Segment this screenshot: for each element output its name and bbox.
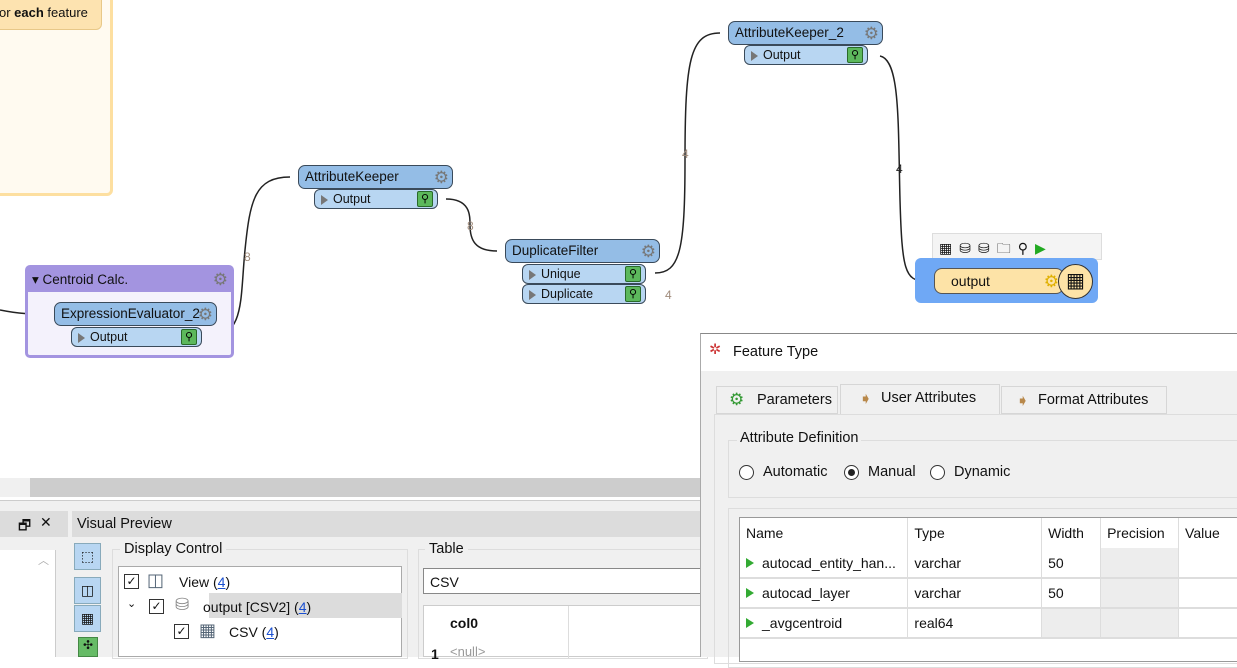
table-row[interactable]: autocad_layer varchar 50 (740, 578, 1237, 609)
transformer-attributekeeper[interactable]: AttributeKeeper ⚙ (298, 165, 453, 189)
arrow-icon: ➧ (1016, 393, 1030, 410)
radio-automatic-label[interactable]: Automatic (763, 464, 827, 480)
feature-count[interactable]: 4 (665, 288, 672, 302)
visual-preview-header: Visual Preview (72, 511, 700, 537)
arrow-icon: ➧ (859, 391, 873, 408)
feature-count[interactable]: 8 (467, 219, 474, 233)
close-icon[interactable]: ✕ (40, 514, 52, 531)
radio-manual[interactable] (844, 465, 859, 480)
display-control-tree: ✓ ◫ View (4) ⌄ ✓ ⛁ output [CSV2] (4) ✓ ▦… (118, 566, 402, 657)
writer-output[interactable]: output ⚙ (934, 268, 1064, 294)
add-feature-type-icon[interactable]: ⛁ (959, 240, 978, 256)
restore-icon[interactable]: 🗗 (18, 515, 31, 539)
scroll-up-icon[interactable]: ︿ (38, 552, 49, 568)
output-port[interactable]: Output ⚲ (314, 189, 438, 209)
tree-item-csv[interactable]: CSV (4) (229, 624, 279, 640)
table-icon: ▦ (199, 620, 217, 640)
unique-port[interactable]: Unique ⚲ (522, 264, 646, 284)
annotation-note-header: or each feature (0, 0, 102, 30)
column-name[interactable]: Name (740, 518, 909, 548)
attribute-definition-legend: Attribute Definition (737, 430, 862, 446)
radio-automatic[interactable] (739, 465, 754, 480)
column-type[interactable]: Type (907, 518, 1043, 548)
radio-dynamic[interactable] (930, 465, 945, 480)
table-row[interactable]: _avgcentroid real64 (740, 608, 1237, 639)
gear-icon[interactable]: ⚙ (434, 169, 449, 186)
tab-parameters[interactable]: ⚙ Parameters (716, 386, 838, 414)
left-panel: ︿ (0, 550, 56, 657)
gear-icon: ⚙ (729, 390, 745, 409)
output-checkbox[interactable]: ✓ (149, 599, 164, 614)
gear-icon[interactable]: ⚙ (198, 306, 213, 323)
gear-icon[interactable]: ⚙ (641, 243, 656, 260)
table-select[interactable]: CSV (423, 568, 713, 594)
output-port[interactable]: Output ⚲ (71, 327, 202, 347)
dialog-title-bar: ✲ Feature Type (701, 334, 1237, 371)
open-table-icon[interactable]: ▦ (939, 240, 959, 256)
csv-checkbox[interactable]: ✓ (174, 624, 189, 639)
column-header[interactable]: col0 (450, 615, 478, 631)
remove-feature-type-icon[interactable]: ⛁ (978, 240, 997, 256)
select-tool-icon[interactable]: ⬚ (74, 543, 101, 570)
tree-item-output[interactable]: output [CSV2] (4) (203, 599, 311, 615)
transformer-expressionevaluator-2[interactable]: ExpressionEvaluator_2 ⚙ (54, 302, 217, 326)
view-checkbox[interactable]: ✓ (124, 574, 139, 589)
inspect-data-icon[interactable]: ⚲ (1018, 240, 1035, 256)
duplicate-port[interactable]: Duplicate ⚲ (522, 284, 646, 304)
display-control-title: Display Control (120, 541, 227, 557)
graphics-view-icon[interactable]: ✣ (78, 637, 98, 657)
bookmark-header[interactable]: ▾ Centroid Calc. ⚙ (28, 268, 231, 292)
collapse-chevron-icon[interactable]: ⌄ (127, 597, 136, 610)
transformer-duplicatefilter[interactable]: DuplicateFilter ⚙ (505, 239, 660, 263)
writer-toolbar: ▦⛁⛁🗀⚲▶ (932, 233, 1102, 260)
radio-dynamic-label[interactable]: Dynamic (954, 464, 1010, 480)
column-value[interactable]: Value (1178, 518, 1237, 548)
attributes-table: Name Type Width Precision Value autocad_enti… (739, 517, 1237, 662)
table-title: Table (425, 541, 468, 557)
table-writer-icon: ▦ (1058, 264, 1093, 299)
inspect-icon[interactable]: ⚲ (417, 191, 433, 207)
database-icon: ⛁ (175, 595, 190, 614)
table-row[interactable]: autocad_entity_han... varchar 50 (740, 548, 1237, 579)
feature-count[interactable]: 4 (896, 162, 903, 176)
row-number: 1 (431, 646, 439, 662)
radio-manual-label[interactable]: Manual (868, 464, 916, 480)
gear-icon[interactable]: ⚙ (1044, 273, 1059, 290)
feature-type-dialog: ✲ Feature Type ⚙ Parameters ➧ User Attribut… (700, 333, 1237, 668)
feature-count[interactable]: 8 (244, 250, 251, 264)
tree-item-view[interactable]: View (4) (179, 574, 230, 590)
preview-table: col0 1 <null> (423, 605, 713, 662)
tab-format-attributes[interactable]: ➧ Format Attributes (1001, 386, 1167, 414)
output-port[interactable]: Output ⚲ (744, 45, 868, 65)
view-icon: ◫ (147, 570, 165, 590)
left-panel-header: 🗗 ✕ (0, 511, 68, 537)
open-folder-icon[interactable]: 🗀 (997, 240, 1018, 256)
view-layout-icon[interactable]: ◫ (74, 577, 101, 604)
horizontal-scrollbar[interactable] (0, 478, 700, 497)
inspect-icon[interactable]: ⚲ (181, 329, 197, 345)
column-precision[interactable]: Precision (1100, 518, 1180, 548)
gear-icon[interactable]: ⚙ (864, 25, 879, 42)
run-icon[interactable]: ▶ (1035, 240, 1053, 256)
expand-icon[interactable] (746, 588, 754, 598)
inspect-icon[interactable]: ⚲ (625, 266, 641, 282)
expand-icon[interactable] (746, 557, 754, 568)
inspect-icon[interactable]: ⚲ (625, 286, 641, 302)
transformer-attributekeeper-2[interactable]: AttributeKeeper_2 ⚙ (728, 21, 883, 45)
tab-user-attributes[interactable]: ➧ User Attributes (840, 384, 1000, 415)
gear-icon[interactable]: ⚙ (213, 271, 228, 288)
inspect-icon[interactable]: ⚲ (847, 47, 863, 63)
app-logo-icon: ✲ (709, 342, 722, 358)
table-view-icon[interactable]: ▦ (74, 605, 101, 632)
expand-icon[interactable] (746, 618, 754, 628)
column-width[interactable]: Width (1041, 518, 1102, 548)
feature-count[interactable]: 4 (682, 147, 689, 161)
